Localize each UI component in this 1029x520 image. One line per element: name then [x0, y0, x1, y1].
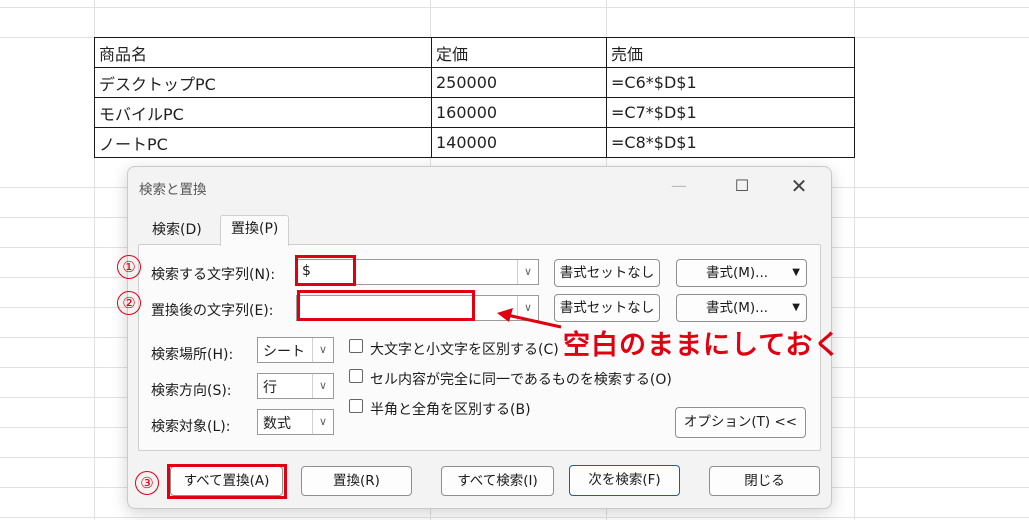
within-select[interactable]: シート ∨	[257, 337, 334, 363]
table-cell[interactable]: =C8*$D$1	[606, 127, 855, 158]
table-cell[interactable]: 売価	[606, 37, 855, 68]
table-cell[interactable]: =C6*$D$1	[606, 67, 855, 98]
look-in-label: 検索対象(L):	[151, 419, 231, 435]
dialog-title: 検索と置換	[139, 182, 207, 198]
tab-replace[interactable]: 置換(P)	[220, 215, 290, 246]
table-row: デスクトップPC 250000 =C6*$D$1	[94, 67, 855, 98]
replace-highlight-box	[297, 290, 475, 321]
table-cell[interactable]: ノートPC	[94, 127, 432, 158]
annotation-note: 空白のままにしておく	[563, 330, 842, 361]
replace-format-button[interactable]: 書式(M)... ▼	[676, 294, 807, 322]
match-entire-label: セル内容が完全に同一であるものを検索する(O)	[370, 372, 672, 388]
tab-find[interactable]: 検索(D)	[142, 217, 212, 244]
find-format-button[interactable]: 書式(M)... ▼	[676, 259, 807, 287]
table-cell[interactable]: 定価	[431, 37, 607, 68]
find-format-preview: 書式セットなし	[554, 259, 660, 287]
match-case-label: 大文字と小文字を区別する(C)	[370, 342, 559, 358]
table-cell[interactable]: =C7*$D$1	[606, 97, 855, 128]
replace-label: 置換後の文字列(E):	[151, 303, 274, 319]
table-row: モバイルPC 160000 =C7*$D$1	[94, 97, 855, 128]
match-byte-label: 半角と全角を区別する(B)	[370, 402, 531, 418]
table-cell[interactable]: デスクトップPC	[94, 67, 432, 98]
table-row: 商品名 定価 売価	[94, 37, 855, 68]
dropdown-arrow-icon: ▼	[792, 302, 800, 313]
chevron-down-icon: ∨	[312, 338, 333, 362]
dialog-titlebar[interactable]: 検索と置換 — ☐ ✕	[128, 167, 831, 205]
close-button[interactable]: 閉じる	[709, 466, 820, 496]
match-entire-checkbox[interactable]	[349, 369, 363, 383]
search-direction-label: 検索方向(S):	[151, 383, 232, 399]
table-row: ノートPC 140000 =C8*$D$1	[94, 127, 855, 158]
chevron-down-icon: ∨	[312, 410, 333, 434]
table-cell[interactable]: 140000	[431, 127, 607, 158]
replace-format-preview: 書式セットなし	[554, 294, 660, 322]
find-label: 検索する文字列(N):	[151, 267, 276, 283]
search-direction-value: 行	[263, 380, 277, 396]
step-3-marker: ③	[135, 471, 159, 495]
product-table: 商品名 定価 売価 デスクトップPC 250000 =C6*$D$1 モバイルP…	[94, 37, 855, 158]
chevron-down-icon: ∨	[312, 374, 333, 398]
table-cell[interactable]: 250000	[431, 67, 607, 98]
minimize-icon: —	[671, 176, 687, 195]
replace-button[interactable]: 置換(R)	[301, 466, 412, 496]
match-byte-checkbox[interactable]	[349, 399, 363, 413]
table-cell[interactable]: 商品名	[94, 37, 432, 68]
search-direction-select[interactable]: 行 ∨	[257, 373, 334, 399]
table-cell[interactable]: モバイルPC	[94, 97, 432, 128]
find-highlight-box	[295, 255, 356, 286]
replace-all-highlight-box	[167, 464, 287, 499]
chevron-down-icon[interactable]: ∨	[517, 260, 538, 284]
close-icon[interactable]: ✕	[788, 175, 810, 197]
maximize-icon[interactable]: ☐	[731, 175, 753, 197]
find-all-button[interactable]: すべて検索(I)	[441, 466, 554, 496]
replace-format-label: 書式(M)...	[706, 300, 769, 316]
match-case-checkbox[interactable]	[349, 339, 363, 353]
within-value: シート	[263, 344, 305, 360]
step-1-marker: ①	[117, 255, 141, 279]
step-2-marker: ②	[117, 291, 141, 315]
table-cell[interactable]: 160000	[431, 97, 607, 128]
look-in-select[interactable]: 数式 ∨	[257, 409, 334, 435]
look-in-value: 数式	[263, 416, 291, 432]
find-format-label: 書式(M)...	[706, 265, 769, 281]
options-button[interactable]: オプション(T) <<	[675, 407, 806, 438]
within-label: 検索場所(H):	[151, 347, 234, 363]
pointer-arrow-icon	[497, 308, 562, 329]
find-next-button[interactable]: 次を検索(F)	[569, 465, 680, 496]
dropdown-arrow-icon: ▼	[792, 267, 800, 278]
